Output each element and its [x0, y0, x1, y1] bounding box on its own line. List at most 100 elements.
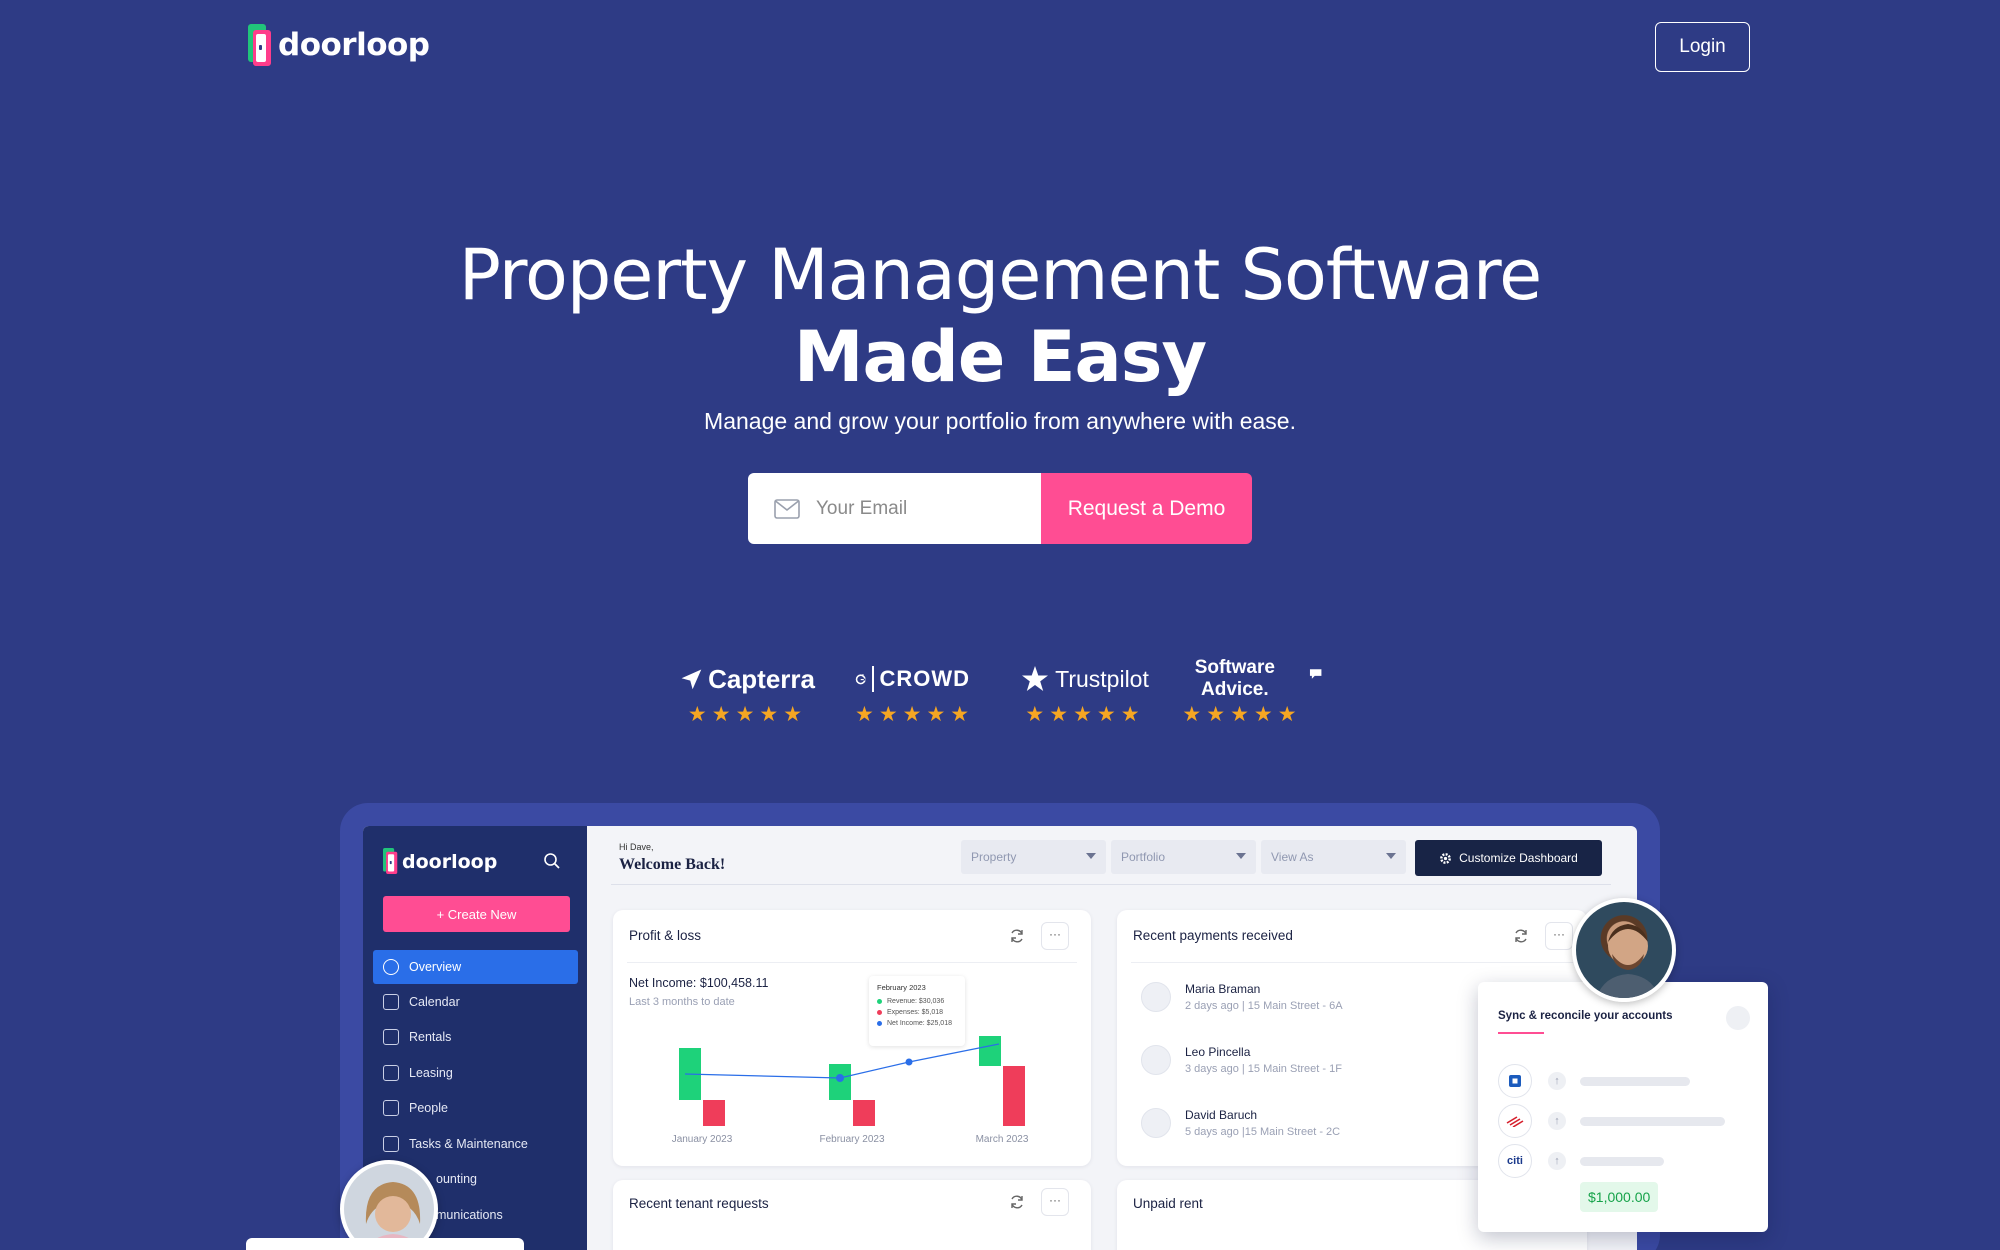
card-title: Recent tenant requests	[629, 1196, 769, 1211]
x-label-jan: January 2023	[672, 1134, 733, 1145]
payment-meta: 3 days ago | 15 Main Street - 1F	[1185, 1063, 1342, 1075]
hand-cash-icon	[1141, 1045, 1171, 1075]
review-name: Trustpilot	[1055, 665, 1149, 692]
sidebar-item-leasing[interactable]: Leasing	[373, 1056, 578, 1090]
email-input[interactable]	[816, 497, 1016, 520]
placeholder-bar	[1580, 1077, 1690, 1086]
more-options-button[interactable]: ···	[1041, 1188, 1069, 1216]
greeting: Hi Dave,	[619, 842, 654, 852]
trustpilot-star-icon	[1022, 666, 1049, 691]
customize-dashboard-button[interactable]: Customize Dashboard	[1415, 840, 1602, 876]
filter-label: Property	[971, 850, 1017, 864]
site-logo[interactable]: doorloop	[248, 24, 430, 66]
review-trustpilot[interactable]: Trustpilot ★★★★★	[1015, 660, 1155, 727]
sidebar-item-calendar[interactable]: Calendar	[373, 985, 578, 1019]
more-options-button[interactable]: ···	[1545, 922, 1573, 950]
payer-name: David Baruch	[1185, 1108, 1258, 1122]
bar-expenses-feb	[853, 1100, 875, 1126]
sidebar-item-label: Overview	[409, 960, 462, 974]
search-icon[interactable]	[543, 852, 561, 870]
sidebar-item-label: Tasks & Maintenance	[409, 1137, 528, 1151]
dashboard-preview: doorloop + Create New Overview Calendar …	[363, 826, 1637, 1250]
view-as-filter[interactable]: View As	[1261, 840, 1406, 874]
sync-title: Sync & reconcile your accounts	[1498, 1010, 1673, 1022]
star-rating: ★★★★★	[1182, 703, 1302, 726]
sidebar-item-people[interactable]: People	[373, 1091, 578, 1125]
sidebar-item-label: Rentals	[409, 1030, 452, 1044]
filter-label: Portfolio	[1121, 850, 1166, 864]
dashboard-logo[interactable]: doorloop	[383, 848, 497, 875]
create-new-button[interactable]: + Create New	[383, 896, 570, 932]
x-label-feb: February 2023	[819, 1134, 884, 1145]
capterra-arrow-icon	[681, 669, 702, 690]
floating-card	[246, 1238, 524, 1250]
upload-icon: ↑	[1548, 1112, 1566, 1130]
payer-name: Leo Pincella	[1185, 1045, 1251, 1059]
doorloop-logo-icon	[248, 24, 272, 66]
logo-text: doorloop	[278, 27, 430, 63]
hand-cash-icon	[1141, 1108, 1171, 1138]
payer-name: Maria Braman	[1185, 982, 1261, 996]
review-g2-crowd[interactable]: 2 CROWD ★★★★★	[855, 660, 970, 727]
portfolio-filter[interactable]: Portfolio	[1111, 840, 1256, 874]
header-divider	[611, 884, 1611, 885]
bar-expenses-mar	[1003, 1066, 1025, 1126]
bank-of-america-icon	[1498, 1104, 1532, 1138]
welcome-title: Welcome Back!	[619, 856, 726, 873]
doorloop-logo-icon	[383, 848, 398, 875]
svg-text:2: 2	[862, 673, 864, 677]
net-income-point	[836, 1074, 844, 1082]
email-field-wrapper	[748, 473, 1042, 544]
speech-bubble-icon	[1309, 669, 1322, 679]
citi-icon: citi	[1498, 1144, 1532, 1178]
sidebar-item-label: ounting	[436, 1172, 478, 1186]
login-button[interactable]: Login	[1655, 22, 1750, 72]
refresh-icon[interactable]	[1009, 1194, 1025, 1210]
refresh-icon[interactable]	[1726, 1006, 1750, 1030]
sidebar-item-label: People	[409, 1101, 448, 1115]
citi-logo-text: citi	[1507, 1155, 1523, 1167]
sidebar-item-label: munications	[436, 1208, 503, 1222]
review-capterra[interactable]: Capterra ★★★★★	[680, 660, 815, 727]
people-icon	[383, 1100, 399, 1116]
review-name: Capterra	[708, 663, 815, 694]
dashboard-logo-text: doorloop	[402, 850, 498, 873]
review-name: Software Advice.	[1194, 657, 1275, 700]
caret-down-icon	[1386, 853, 1396, 859]
woman-avatar	[340, 1160, 438, 1250]
property-filter[interactable]: Property	[961, 840, 1106, 874]
hero-title-line1: Property Management Software	[458, 234, 1542, 316]
request-demo-button[interactable]: Request a Demo	[1041, 473, 1252, 544]
chase-icon	[1498, 1064, 1532, 1098]
title-underline	[1498, 1032, 1544, 1034]
sidebar-item-label: Calendar	[409, 995, 460, 1009]
mail-icon	[774, 498, 800, 519]
payment-meta: 5 days ago |15 Main Street - 2C	[1185, 1126, 1341, 1138]
sidebar-item-rentals[interactable]: Rentals	[373, 1020, 578, 1054]
g2-logo-icon: 2	[855, 673, 866, 685]
caret-down-icon	[1236, 853, 1246, 859]
building-icon	[383, 1029, 399, 1045]
star-rating: ★★★★★	[687, 703, 808, 726]
sidebar-item-overview[interactable]: Overview	[373, 950, 578, 984]
calendar-icon	[383, 994, 399, 1010]
sync-accounts-popup: Sync & reconcile your accounts ↑ ↑ citi …	[1478, 982, 1768, 1232]
hero-subtitle: Manage and grow your portfolio from anyw…	[704, 408, 1296, 434]
bar-expenses-jan	[703, 1100, 725, 1126]
refresh-icon[interactable]	[1513, 928, 1529, 944]
x-label-mar: March 2023	[976, 1134, 1029, 1145]
profit-loss-card: Profit & loss ··· Net Income: $100,458.1…	[613, 910, 1091, 1166]
document-icon	[383, 1065, 399, 1081]
man-avatar	[1572, 898, 1676, 1002]
caret-down-icon	[1086, 853, 1096, 859]
card-divider	[1131, 962, 1573, 963]
placeholder-bar	[1580, 1117, 1725, 1126]
review-name: CROWD	[872, 666, 970, 692]
gear-icon	[1440, 852, 1452, 864]
net-income-point	[905, 1058, 913, 1066]
profit-loss-chart: January 2023 February 2023 March 2023	[672, 1036, 1029, 1145]
placeholder-bar	[1580, 1157, 1664, 1166]
review-software-advice[interactable]: Software Advice. ★★★★★	[1162, 657, 1322, 727]
sidebar-item-tasks[interactable]: Tasks & Maintenance	[373, 1127, 578, 1161]
card-title: Recent payments received	[1133, 928, 1293, 943]
